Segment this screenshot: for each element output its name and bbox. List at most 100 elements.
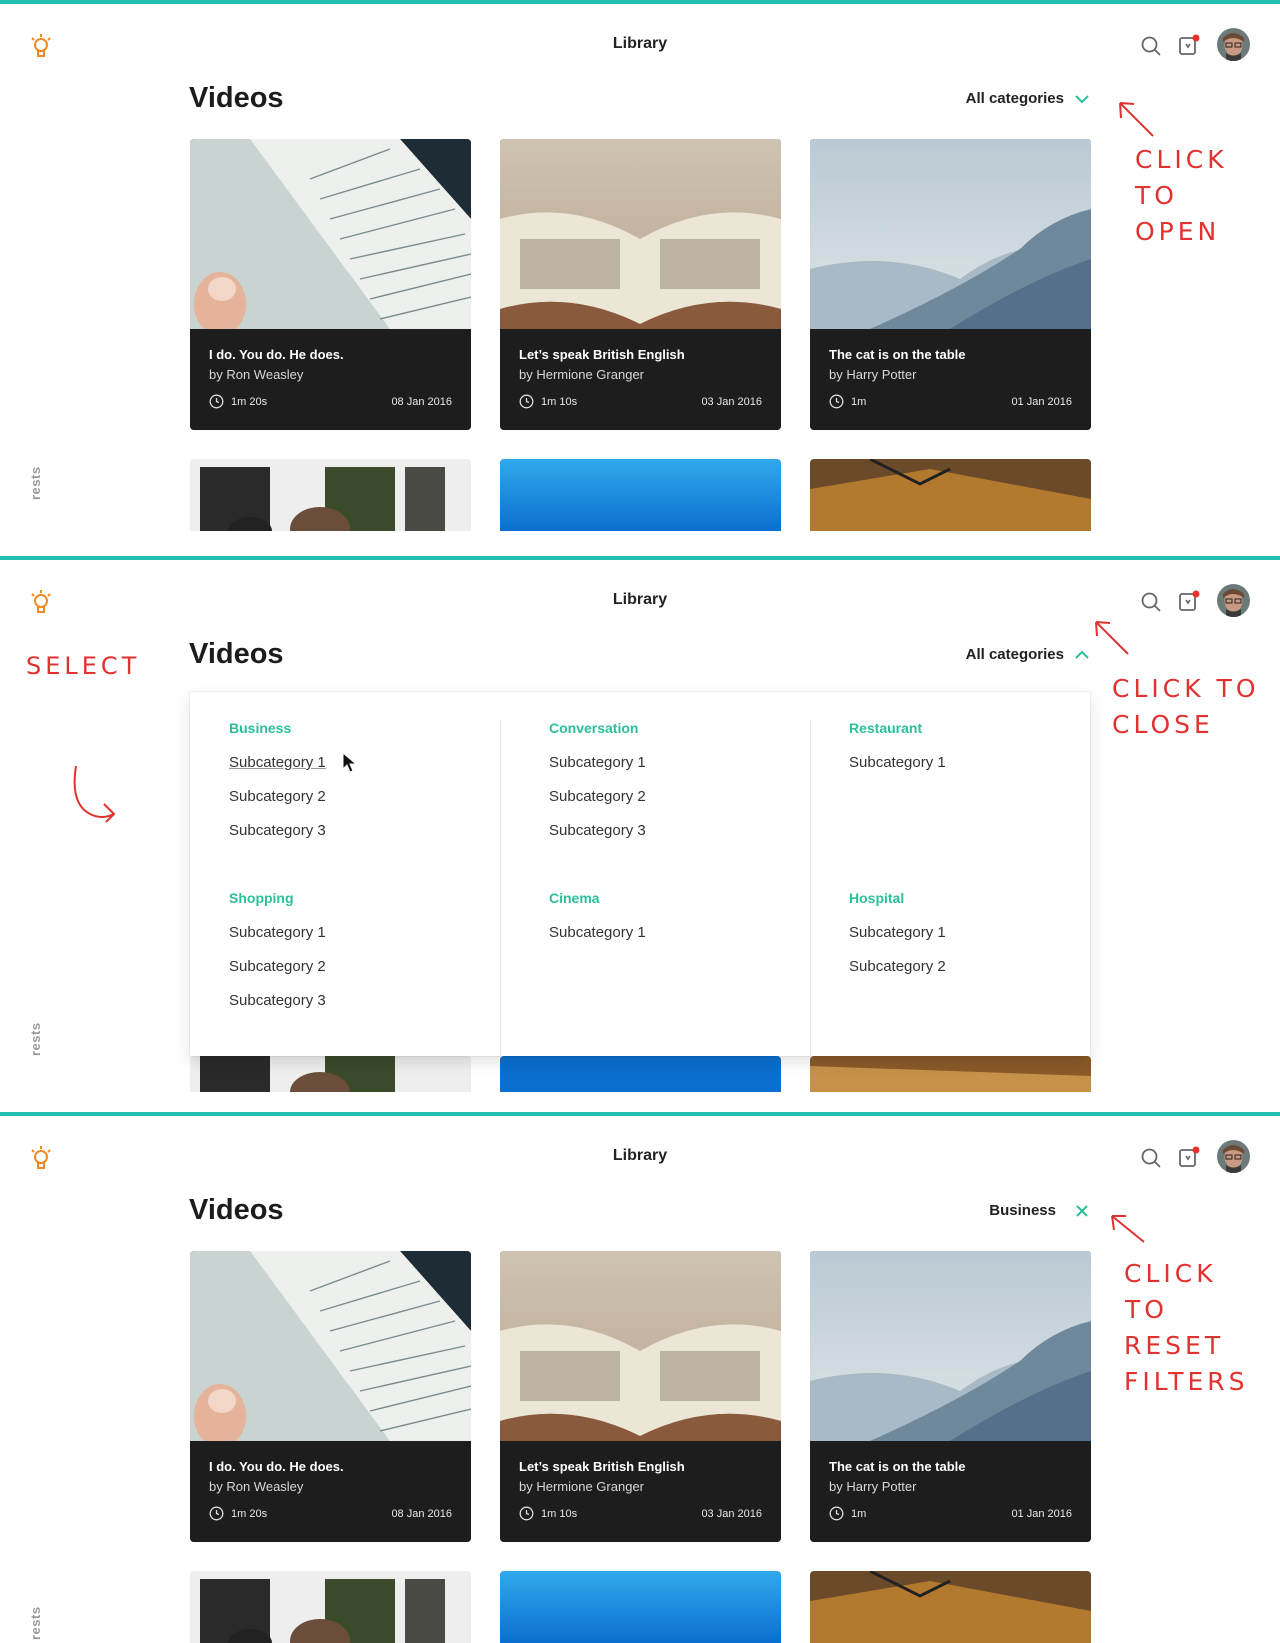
mouse-cursor-icon — [342, 752, 358, 773]
video-date: 01 Jan 2016 — [1011, 395, 1072, 408]
annotation-reset: CLICK TO RESET FILTERS — [1124, 1259, 1249, 1396]
subcategory-item[interactable]: Subcategory 2 — [229, 788, 326, 810]
subcategory-item[interactable]: Subcategory 3 — [549, 822, 646, 844]
category-filter-label: All categories — [965, 646, 1064, 663]
clock-icon — [829, 1506, 844, 1521]
video-duration: 1m — [851, 395, 867, 408]
category-group-business: Business Subcategory 1 Subcategory 2 Sub… — [229, 720, 326, 844]
video-card[interactable]: I do. You do. He does. by Ron Weasley 1m… — [190, 1251, 471, 1542]
category-heading[interactable]: Shopping — [229, 890, 326, 912]
search-icon[interactable] — [1140, 35, 1162, 57]
app-title: Library — [612, 1147, 668, 1164]
annotation-arrow-icon — [1111, 1215, 1145, 1243]
video-title: Let’s speak British English — [519, 1459, 685, 1474]
screen-closed: Library rests Videos All categories I do… — [0, 0, 1280, 556]
video-card-meta: Let’s speak British English by Hermione … — [500, 329, 781, 430]
video-duration: 1m — [851, 1507, 867, 1520]
category-heading[interactable]: Hospital — [849, 890, 946, 912]
category-heading[interactable]: Restaurant — [849, 720, 946, 742]
video-thumbnail — [190, 1251, 471, 1441]
video-thumbnail[interactable] — [500, 459, 781, 531]
video-thumbnail[interactable] — [810, 1056, 1091, 1092]
video-thumbnail[interactable] — [810, 1571, 1091, 1643]
active-filter: Business — [989, 1202, 1090, 1219]
subcategory-item[interactable]: Subcategory 3 — [229, 822, 326, 844]
video-card[interactable]: The cat is on the table by Harry Potter … — [810, 1251, 1091, 1542]
top-accent-line — [0, 556, 1280, 560]
avatar[interactable] — [1217, 1140, 1250, 1173]
category-group-cinema: Cinema Subcategory 1 — [549, 890, 646, 946]
annotation-select: SELECT — [26, 652, 141, 680]
video-thumbnail — [810, 139, 1091, 329]
video-date: 08 Jan 2016 — [391, 395, 452, 408]
clock-icon — [829, 394, 844, 409]
subcategory-item[interactable]: Subcategory 2 — [849, 958, 946, 980]
top-accent-line — [0, 1112, 1280, 1116]
close-icon[interactable] — [1074, 1203, 1090, 1219]
category-dropdown: Business Subcategory 1 Subcategory 2 Sub… — [190, 692, 1090, 1056]
notification-icon[interactable] — [1178, 1146, 1200, 1168]
subcategory-item[interactable]: Subcategory 1 — [549, 924, 646, 946]
video-thumbnail[interactable] — [500, 1571, 781, 1643]
subcategory-item[interactable]: Subcategory 1 — [549, 754, 646, 776]
category-filter-button[interactable]: All categories — [966, 90, 1090, 107]
subcategory-item[interactable]: Subcategory 2 — [549, 788, 646, 810]
clock-icon — [519, 1506, 534, 1521]
video-thumbnail — [500, 139, 781, 329]
subcategory-item[interactable]: Subcategory 1 — [229, 754, 326, 776]
video-title: I do. You do. He does. — [209, 347, 344, 362]
category-heading[interactable]: Cinema — [549, 890, 646, 912]
video-thumbnail — [500, 1251, 781, 1441]
rail-label: rests — [28, 466, 43, 500]
video-card-meta: Let’s speak British English by Hermione … — [500, 1441, 781, 1542]
subcategory-item[interactable]: Subcategory 2 — [229, 958, 326, 980]
page-title: Videos — [189, 82, 284, 114]
video-thumbnail[interactable] — [500, 1056, 781, 1092]
video-date: 03 Jan 2016 — [701, 395, 762, 408]
avatar[interactable] — [1217, 584, 1250, 617]
search-icon[interactable] — [1140, 591, 1162, 613]
video-card[interactable]: Let’s speak British English by Hermione … — [500, 139, 781, 430]
video-author: by Hermione Granger — [519, 1479, 644, 1494]
avatar[interactable] — [1217, 28, 1250, 61]
video-duration: 1m 10s — [541, 395, 578, 408]
video-author: by Ron Weasley — [209, 367, 304, 382]
clock-icon — [209, 1506, 224, 1521]
subcategory-item[interactable]: Subcategory 1 — [849, 924, 946, 946]
video-thumbnail[interactable] — [190, 1571, 471, 1643]
video-card[interactable]: The cat is on the table by Harry Potter … — [810, 139, 1091, 430]
video-duration: 1m 20s — [231, 395, 268, 408]
clock-icon — [519, 394, 534, 409]
video-author: by Harry Potter — [829, 1479, 917, 1494]
category-heading[interactable]: Business — [229, 720, 326, 742]
video-thumbnail[interactable] — [190, 459, 471, 531]
rail-label: rests — [28, 1606, 43, 1640]
category-group-conversation: Conversation Subcategory 1 Subcategory 2… — [549, 720, 646, 844]
dropdown-divider — [810, 720, 811, 1056]
subcategory-item[interactable]: Subcategory 1 — [229, 924, 326, 946]
annotation-open: CLICK TO OPEN — [1135, 145, 1228, 246]
category-heading[interactable]: Conversation — [549, 720, 646, 742]
annotation-close: CLICK TO CLOSE — [1112, 674, 1260, 739]
video-title: The cat is on the table — [829, 1459, 966, 1474]
video-thumbnail[interactable] — [190, 1056, 471, 1092]
video-thumbnail[interactable] — [810, 459, 1091, 531]
video-title: I do. You do. He does. — [209, 1459, 344, 1474]
page-title: Videos — [189, 638, 284, 670]
video-thumbnail — [810, 1251, 1091, 1441]
chevron-down-icon — [1075, 94, 1089, 103]
subcategory-item[interactable]: Subcategory 3 — [229, 992, 326, 1014]
category-filter-button[interactable]: All categories — [966, 646, 1090, 663]
subcategory-item[interactable]: Subcategory 1 — [849, 754, 946, 776]
video-author: by Ron Weasley — [209, 1479, 304, 1494]
app-title: Library — [612, 35, 668, 52]
video-card[interactable]: Let’s speak British English by Hermione … — [500, 1251, 781, 1542]
category-filter-label: All categories — [965, 90, 1064, 107]
rail-label: rests — [28, 1022, 43, 1056]
notification-icon[interactable] — [1178, 34, 1200, 56]
search-icon[interactable] — [1140, 1147, 1162, 1169]
video-card-meta: The cat is on the table by Harry Potter … — [810, 1441, 1091, 1542]
video-card[interactable]: I do. You do. He does. by Ron Weasley 1m… — [190, 139, 471, 430]
screen-open: Library rests Videos All categories Busi… — [0, 556, 1280, 1112]
notification-icon[interactable] — [1178, 590, 1200, 612]
